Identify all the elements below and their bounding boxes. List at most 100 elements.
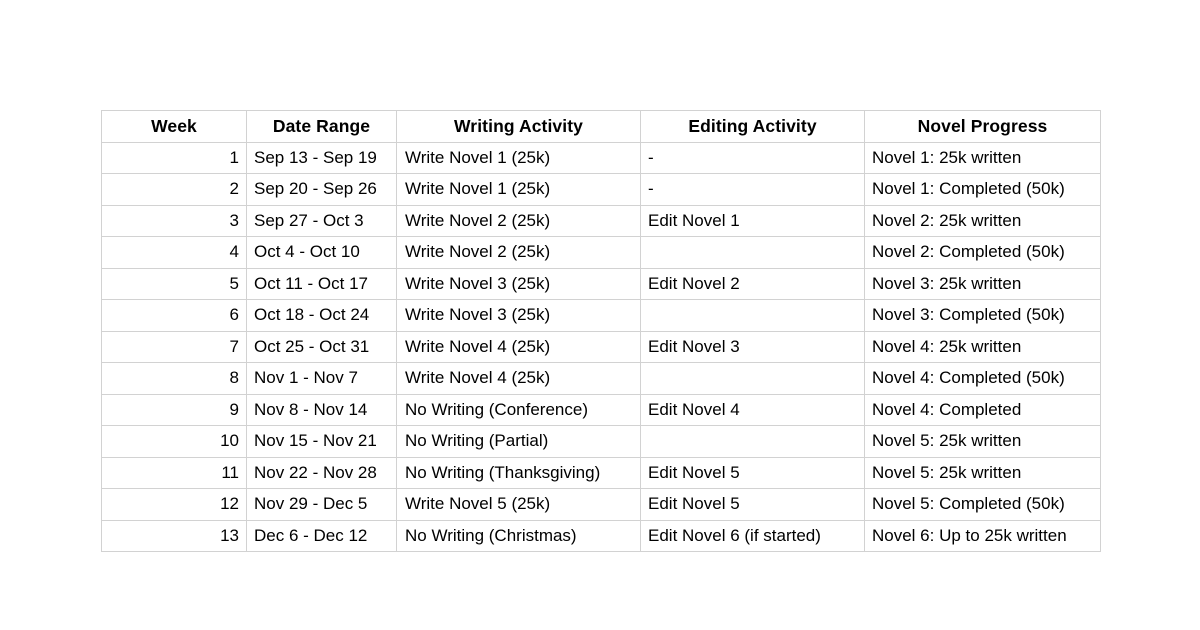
table-row[interactable]: 6 Oct 18 - Oct 24 Write Novel 3 (25k) Novel…	[101, 299, 1101, 332]
cell-editing-activity[interactable]: Edit Novel 3	[640, 330, 865, 363]
cell-novel-progress[interactable]: Novel 5: Completed (50k)	[864, 488, 1101, 521]
cell-editing-activity[interactable]	[640, 362, 865, 395]
cell-writing-activity[interactable]: Write Novel 2 (25k)	[396, 236, 641, 269]
cell-writing-activity-text: No Writing (Partial)	[405, 431, 549, 451]
cell-week[interactable]: 10	[101, 425, 247, 458]
cell-writing-activity-text: Write Novel 2 (25k)	[405, 242, 551, 262]
cell-writing-activity-text: Write Novel 5 (25k)	[405, 494, 551, 514]
cell-week[interactable]: 13	[101, 519, 247, 552]
cell-novel-progress[interactable]: Novel 4: Completed	[864, 393, 1101, 426]
cell-date-range[interactable]: Nov 29 - Dec 5	[246, 488, 397, 521]
table-row[interactable]: 5 Oct 11 - Oct 17 Write Novel 3 (25k) Edit …	[101, 267, 1101, 300]
cell-writing-activity-text: Write Novel 2 (25k)	[405, 210, 551, 230]
cell-date-range[interactable]: Nov 1 - Nov 7	[246, 362, 397, 395]
table-row[interactable]: 4 Oct 4 - Oct 10 Write Novel 2 (25k) Novel …	[101, 236, 1101, 269]
column-header-date-range[interactable]: Date Range	[246, 110, 397, 143]
cell-novel-progress[interactable]: Novel 4: 25k written	[864, 330, 1101, 363]
cell-week[interactable]: 8	[101, 362, 247, 395]
cell-writing-activity[interactable]: Write Novel 4 (25k)	[396, 362, 641, 395]
column-header-week[interactable]: Week	[101, 110, 247, 143]
cell-week[interactable]: 6	[101, 299, 247, 332]
cell-novel-progress[interactable]: Novel 2: 25k written	[864, 204, 1101, 237]
table-header-row: Week Date Range Writing Activity Editing…	[101, 110, 1101, 143]
column-header-editing-activity[interactable]: Editing Activity	[640, 110, 865, 143]
table-row[interactable]: 12 Nov 29 - Dec 5 Write Novel 5 (25k) Edit …	[101, 488, 1101, 521]
cell-novel-progress[interactable]: Novel 4: Completed (50k)	[864, 362, 1101, 395]
cell-week[interactable]: 7	[101, 330, 247, 363]
table-row[interactable]: 9 Nov 8 - Nov 14 No Writing (Conference) Ed…	[101, 393, 1101, 426]
cell-writing-activity-text: Write Novel 4 (25k)	[405, 368, 551, 388]
table-row[interactable]: 11 Nov 22 - Nov 28 No Writing (Thanksgivin…	[101, 456, 1101, 489]
table-row[interactable]: 8 Nov 1 - Nov 7 Write Novel 4 (25k) Novel 4…	[101, 362, 1101, 395]
column-header-novel-progress[interactable]: Novel Progress	[864, 110, 1101, 143]
cell-writing-activity[interactable]: Write Novel 1 (25k)	[396, 141, 641, 174]
cell-date-range[interactable]: Oct 11 - Oct 17	[246, 267, 397, 300]
cell-week[interactable]: 4	[101, 236, 247, 269]
cell-date-range[interactable]: Nov 8 - Nov 14	[246, 393, 397, 426]
cell-editing-activity[interactable]: Edit Novel 5	[640, 488, 865, 521]
cell-writing-activity[interactable]: No Writing (Christmas)	[396, 519, 641, 552]
cell-date-range[interactable]: Oct 25 - Oct 31	[246, 330, 397, 363]
cell-date-range[interactable]: Oct 4 - Oct 10	[246, 236, 397, 269]
cell-editing-activity[interactable]	[640, 425, 865, 458]
cell-novel-progress[interactable]: Novel 6: Up to 25k written	[864, 519, 1101, 552]
cell-writing-activity-text: No Writing (Christmas)	[405, 525, 577, 545]
cell-novel-progress[interactable]: Novel 5: 25k written	[864, 456, 1101, 489]
table-row[interactable]: 3 Sep 27 - Oct 3 Write Novel 2 (25k) Edit N…	[101, 204, 1101, 237]
cell-novel-progress[interactable]: Novel 1: 25k written	[864, 141, 1101, 174]
cell-editing-activity[interactable]: Edit Novel 6 (if started)	[640, 519, 865, 552]
cell-date-range[interactable]: Sep 20 - Sep 26	[246, 173, 397, 206]
cell-novel-progress[interactable]: Novel 5: 25k written	[864, 425, 1101, 458]
cell-editing-activity[interactable]	[640, 236, 865, 269]
cell-writing-activity-text: Write Novel 4 (25k)	[405, 336, 551, 356]
cell-editing-activity[interactable]: Edit Novel 4	[640, 393, 865, 426]
cell-writing-activity[interactable]: Write Novel 3 (25k)	[396, 267, 641, 300]
cell-week[interactable]: 9	[101, 393, 247, 426]
cell-week[interactable]: 2	[101, 173, 247, 206]
table-row[interactable]: 1 Sep 13 - Sep 19 Write Novel 1 (25k) - Nove…	[101, 141, 1101, 174]
cell-writing-activity[interactable]: Write Novel 2 (25k)	[396, 204, 641, 237]
cell-editing-activity[interactable]: -	[640, 141, 865, 174]
cell-writing-activity-text: No Writing (Conference)	[405, 399, 588, 419]
page-canvas: Week Date Range Writing Activity Editing…	[0, 0, 1200, 630]
cell-date-range[interactable]: Sep 13 - Sep 19	[246, 141, 397, 174]
cell-date-range[interactable]: Dec 6 - Dec 12	[246, 519, 397, 552]
table-row[interactable]: 7 Oct 25 - Oct 31 Write Novel 4 (25k) Edit …	[101, 330, 1101, 363]
cell-editing-activity[interactable]: -	[640, 173, 865, 206]
cell-date-range[interactable]: Oct 18 - Oct 24	[246, 299, 397, 332]
table-row[interactable]: 10 Nov 15 - Nov 21 No Writing (Partial) Nov…	[101, 425, 1101, 458]
cell-novel-progress[interactable]: Novel 1: Completed (50k)	[864, 173, 1101, 206]
cell-editing-activity[interactable]: Edit Novel 5	[640, 456, 865, 489]
cell-date-range[interactable]: Sep 27 - Oct 3	[246, 204, 397, 237]
cell-writing-activity[interactable]: No Writing (Partial)	[396, 425, 641, 458]
cell-week[interactable]: 1	[101, 141, 247, 174]
cell-writing-activity[interactable]: Write Novel 3 (25k)	[396, 299, 641, 332]
cell-writing-activity[interactable]: No Writing (Thanksgiving)	[396, 456, 641, 489]
cell-writing-activity-text: Write Novel 3 (25k)	[405, 273, 551, 293]
cell-week[interactable]: 3	[101, 204, 247, 237]
cell-editing-activity[interactable]: Edit Novel 2	[640, 267, 865, 300]
table-header: Week Date Range Writing Activity Editing…	[101, 110, 1101, 143]
cell-week[interactable]: 11	[101, 456, 247, 489]
cell-writing-activity[interactable]: Write Novel 4 (25k)	[396, 330, 641, 363]
cell-week[interactable]: 12	[101, 488, 247, 521]
table-row[interactable]: 13 Dec 6 - Dec 12 No Writing (Christmas) Ed…	[101, 519, 1101, 552]
cell-date-range[interactable]: Nov 15 - Nov 21	[246, 425, 397, 458]
cell-writing-activity-text: Write Novel 3 (25k)	[405, 305, 551, 325]
table-row[interactable]: 2 Sep 20 - Sep 26 Write Novel 1 (25k) - Nove…	[101, 173, 1101, 206]
cell-writing-activity[interactable]: Write Novel 1 (25k)	[396, 173, 641, 206]
cell-writing-activity-text: No Writing (Thanksgiving)	[405, 462, 601, 482]
cell-novel-progress[interactable]: Novel 3: 25k written	[864, 267, 1101, 300]
cell-novel-progress[interactable]: Novel 2: Completed (50k)	[864, 236, 1101, 269]
table-body: 1 Sep 13 - Sep 19 Write Novel 1 (25k) - Nove…	[101, 141, 1101, 552]
cell-novel-progress[interactable]: Novel 3: Completed (50k)	[864, 299, 1101, 332]
column-header-writing-activity[interactable]: Writing Activity	[396, 110, 641, 143]
cell-writing-activity-text: Write Novel 1 (25k)	[405, 147, 551, 167]
cell-week[interactable]: 5	[101, 267, 247, 300]
cell-editing-activity[interactable]: Edit Novel 1	[640, 204, 865, 237]
cell-date-range[interactable]: Nov 22 - Nov 28	[246, 456, 397, 489]
cell-writing-activity[interactable]: No Writing (Conference)	[396, 393, 641, 426]
cell-editing-activity[interactable]	[640, 299, 865, 332]
cell-writing-activity[interactable]: Write Novel 5 (25k)	[396, 488, 641, 521]
cell-writing-activity-text: Write Novel 1 (25k)	[405, 179, 551, 199]
